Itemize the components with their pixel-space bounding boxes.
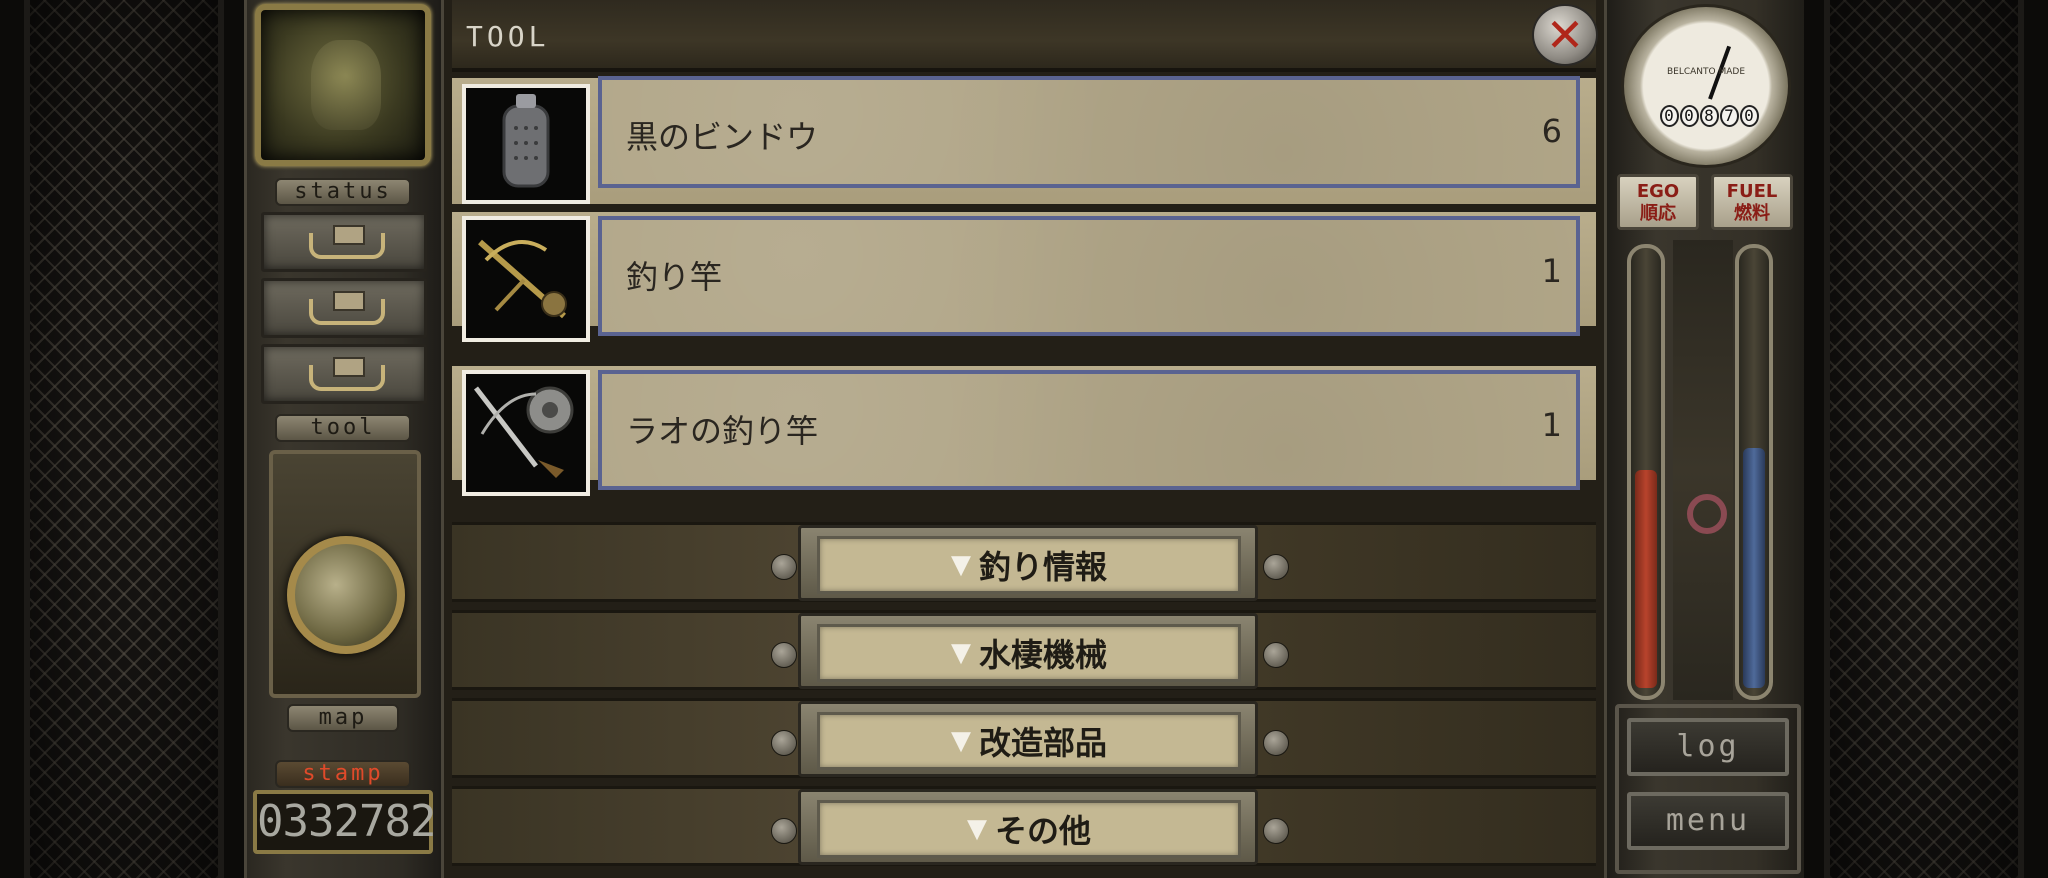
item-name: ラオの釣り竿 <box>626 412 819 450</box>
odometer: 0 0 8 7 0 <box>1650 105 1768 129</box>
window-title-bar: TOOL ✕ <box>452 0 1598 72</box>
category-label: 水棲機械 <box>978 636 1107 674</box>
screw-icon <box>771 642 797 668</box>
category-label: その他 <box>994 812 1091 850</box>
ego-label-en: EGO <box>1636 181 1680 202</box>
drawer-handle-icon <box>309 357 385 391</box>
drawer-handle-icon <box>309 225 385 259</box>
triangle-down-icon: ▼ <box>966 814 987 844</box>
item-row[interactable]: 釣り竿 1 <box>452 212 1596 342</box>
category-row: ▼ 改造部品 <box>452 698 1596 778</box>
left-mesh-wall <box>24 0 224 878</box>
item-quantity: 1 <box>1541 406 1562 444</box>
map-label[interactable]: MAP <box>287 704 399 732</box>
status-drawer-1[interactable] <box>261 212 427 272</box>
category-label: 改造部品 <box>978 724 1107 762</box>
triangle-down-icon: ▼ <box>950 638 971 668</box>
portrait-icon <box>311 40 381 130</box>
drawer-handle-icon <box>309 291 385 325</box>
left-sidebar: STATUS TOOL MAP STAMP 0332782 <box>244 0 444 878</box>
status-drawer-3[interactable] <box>261 344 427 404</box>
fuel-level-fill <box>1743 448 1765 688</box>
category-aquatic-machines-button[interactable]: ▼ 水棲機械 <box>817 624 1241 682</box>
screw-icon <box>1263 554 1289 580</box>
screw-icon <box>771 554 797 580</box>
odometer-digit: 0 <box>1739 105 1759 127</box>
item-quantity: 1 <box>1541 252 1562 290</box>
triangle-down-icon: ▼ <box>950 726 971 756</box>
ego-meter-label: EGO 順応 <box>1617 174 1699 230</box>
tool-window: TOOL ✕ 黒のビンドウ 6 釣り竿 1 ラオの釣り竿 1 ▼ 釣り情報 ▼ … <box>444 0 1604 878</box>
category-row: ▼ 水棲機械 <box>452 610 1596 690</box>
ego-tube <box>1627 244 1665 700</box>
gauge-brand: BELCANTO MADE <box>1666 67 1746 77</box>
tool-label[interactable]: TOOL <box>275 414 411 442</box>
right-mesh-wall <box>1824 0 2024 878</box>
status-label: STATUS <box>275 178 411 206</box>
category-row: ▼ 釣り情報 <box>452 522 1596 602</box>
item-quantity: 6 <box>1541 112 1562 150</box>
category-other-button[interactable]: ▼ その他 <box>817 800 1241 858</box>
screw-icon <box>1263 730 1289 756</box>
stamp-counter: 0332782 <box>253 790 436 854</box>
menu-button[interactable]: MENU <box>1627 792 1789 850</box>
window-title: TOOL <box>466 20 550 53</box>
odometer-digit: 7 <box>1719 105 1739 127</box>
close-icon: ✕ <box>1545 8 1585 62</box>
item-name: 黒のビンドウ <box>626 118 819 156</box>
fuel-label-jp: 燃料 <box>1734 203 1770 224</box>
triangle-down-icon: ▼ <box>950 550 971 580</box>
item-row[interactable]: ラオの釣り竿 1 <box>452 366 1596 496</box>
screw-icon <box>1263 818 1289 844</box>
log-button[interactable]: LOG <box>1627 718 1789 776</box>
right-sidebar: BELCANTO MADE 0 0 8 7 0 EGO 順応 FUEL 燃料 L… <box>1604 0 1804 878</box>
category-fishing-info-button[interactable]: ▼ 釣り情報 <box>817 536 1241 594</box>
lantern-icon <box>462 84 590 204</box>
category-frame: ▼ その他 <box>771 789 1289 865</box>
clock-gauge: BELCANTO MADE 0 0 8 7 0 <box>1621 4 1791 168</box>
screw-icon <box>1263 642 1289 668</box>
ego-label-jp: 順応 <box>1640 203 1676 224</box>
screw-icon <box>771 818 797 844</box>
item-name: 釣り竿 <box>626 258 723 296</box>
fuel-meter-label: FUEL 燃料 <box>1711 174 1793 230</box>
map-button[interactable] <box>269 450 421 698</box>
category-frame: ▼ 改造部品 <box>771 701 1289 777</box>
valve-icon <box>1687 494 1727 534</box>
character-portrait[interactable] <box>255 4 431 166</box>
category-frame: ▼ 釣り情報 <box>771 525 1289 601</box>
odometer-digit: 0 <box>1659 105 1679 127</box>
category-mod-parts-button[interactable]: ▼ 改造部品 <box>817 712 1241 770</box>
item-row[interactable]: 黒のビンドウ 6 <box>452 76 1596 204</box>
category-frame: ▼ 水棲機械 <box>771 613 1289 689</box>
reel-rod-icon <box>462 370 590 496</box>
fishing-rod-icon <box>462 216 590 342</box>
item-card[interactable]: 黒のビンドウ 6 <box>598 76 1580 188</box>
close-button[interactable]: ✕ <box>1532 4 1598 66</box>
item-card[interactable]: 釣り竿 1 <box>598 216 1580 336</box>
stamp-label: STAMP <box>275 760 411 788</box>
status-drawer-2[interactable] <box>261 278 427 338</box>
odometer-digit: 8 <box>1699 105 1719 127</box>
screw-icon <box>771 730 797 756</box>
pipes-decoration <box>1673 240 1733 700</box>
item-card[interactable]: ラオの釣り竿 1 <box>598 370 1580 490</box>
odometer-digit: 0 <box>1679 105 1699 127</box>
map-lens-icon <box>287 536 405 654</box>
category-label: 釣り情報 <box>978 548 1107 586</box>
fuel-tube <box>1735 244 1773 700</box>
ego-level-fill <box>1635 470 1657 688</box>
category-row: ▼ その他 <box>452 786 1596 866</box>
fuel-label-en: FUEL <box>1726 181 1778 202</box>
